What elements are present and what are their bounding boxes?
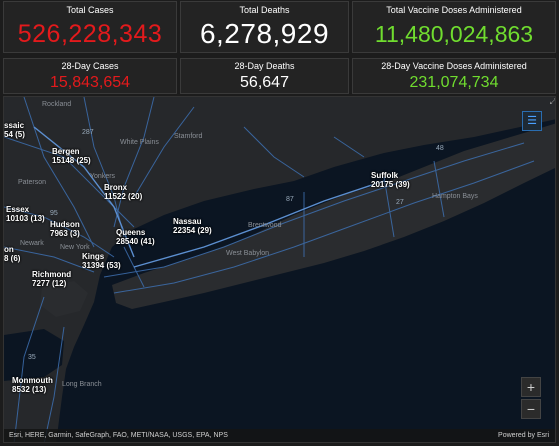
total-vaccine-value: 11,480,024,863 [374, 21, 534, 47]
county-label: Nassau 22354 (29) [173, 217, 212, 235]
cases-28-card: 28-Day Cases 15,843,654 [3, 58, 177, 94]
place-label: Hampton Bays [432, 193, 478, 200]
county-name: Queens [116, 228, 146, 237]
county-value: 8 (6) [4, 254, 21, 263]
place-label: Rockland [42, 101, 72, 108]
place-label: Long Branch [62, 381, 102, 388]
total-deaths-label: Total Deaths [239, 5, 290, 15]
county-label: Richmond 7277 (12) [32, 270, 71, 288]
county-label: Monmouth 8532 (13) [12, 376, 53, 394]
county-value: 11522 (20) [104, 192, 143, 201]
county-value: 7963 (3) [50, 229, 80, 238]
dashboard: Total Cases 526,228,343 Total Deaths 6,2… [0, 0, 559, 446]
county-label: Suffolk 20175 (39) [371, 171, 410, 189]
county-label: Bergen 15148 (25) [52, 147, 91, 165]
place-label: West Babylon [226, 250, 270, 257]
total-vaccine-card: Total Vaccine Doses Administered 11,480,… [352, 1, 556, 53]
place-label: Paterson [18, 179, 47, 186]
expand-icon[interactable]: ⤢ [548, 97, 555, 107]
county-name: Bronx [104, 183, 128, 192]
zoom-in-button[interactable]: + [521, 377, 541, 397]
county-value: 7277 (12) [32, 279, 67, 288]
place-label: Stamford [174, 133, 203, 140]
county-name: on [4, 245, 14, 254]
cases-28-value: 15,843,654 [49, 74, 131, 91]
total-vaccine-label: Total Vaccine Doses Administered [386, 5, 522, 15]
county-value: 54 (5) [4, 130, 25, 139]
county-value: 28540 (41) [116, 237, 155, 246]
county-value: 10103 (13) [6, 214, 45, 223]
road-shield: 87 [286, 196, 294, 203]
total-cases-value: 526,228,343 [17, 20, 163, 48]
county-value: 22354 (29) [173, 226, 212, 235]
place-label: Brentwood [248, 222, 282, 229]
road-shield: 35 [28, 354, 36, 361]
county-name: Richmond [32, 270, 72, 279]
place-label: White Plains [120, 139, 159, 146]
county-name: Essex [6, 205, 30, 214]
county-name: Nassau [173, 217, 202, 226]
county-label: Queens 28540 (41) [116, 228, 155, 246]
place-label: New York [60, 244, 90, 251]
county-value: 20175 (39) [371, 180, 410, 189]
deaths-28-card: 28-Day Deaths 56,647 [180, 58, 349, 94]
map-attribution: Esri, HERE, Garmin, SafeGraph, FAO, METI… [4, 429, 555, 442]
county-label: Essex 10103 (13) [6, 205, 45, 223]
total-cases-label: Total Cases [66, 5, 114, 15]
total-cases-card: Total Cases 526,228,343 [3, 1, 177, 53]
total-deaths-card: Total Deaths 6,278,929 [180, 1, 349, 53]
county-name: Monmouth [12, 376, 53, 385]
cases-28-label: 28-Day Cases [61, 61, 119, 71]
county-label: ssaic 54 (5) [4, 121, 25, 139]
road-shield: 95 [50, 210, 58, 217]
zoom-out-button[interactable]: − [521, 399, 541, 419]
road-shield: 287 [82, 129, 94, 136]
place-label: Yonkers [90, 173, 116, 180]
county-label: Hudson 7963 (3) [50, 220, 80, 238]
county-name: Kings [82, 252, 105, 261]
county-label: Kings 31394 (53) [82, 252, 121, 270]
legend-list-icon[interactable]: ☰ [522, 111, 542, 131]
vaccine-28-value: 231,074,734 [409, 74, 499, 91]
county-value: 15148 (25) [52, 156, 91, 165]
deaths-28-value: 56,647 [240, 74, 289, 91]
county-name: Bergen [52, 147, 80, 156]
powered-by-link[interactable]: Powered by Esri [498, 429, 549, 442]
county-label: Bronx 11522 (20) [104, 183, 142, 201]
county-name: Hudson [50, 220, 80, 229]
total-deaths-value: 6,278,929 [199, 18, 330, 49]
place-label: Newark [20, 240, 44, 247]
county-name: ssaic [4, 121, 25, 130]
attribution-text: Esri, HERE, Garmin, SafeGraph, FAO, METI… [9, 432, 228, 439]
vaccine-28-label: 28-Day Vaccine Doses Administered [381, 61, 527, 71]
county-value: 31394 (53) [82, 261, 121, 270]
map-view[interactable]: Rockland White Plains Stamford Paterson … [3, 96, 556, 443]
vaccine-28-card: 28-Day Vaccine Doses Administered 231,07… [352, 58, 556, 94]
county-label: on 8 (6) [4, 245, 20, 263]
road-shield: 48 [436, 145, 444, 152]
county-value: 8532 (13) [12, 385, 47, 394]
deaths-28-label: 28-Day Deaths [234, 61, 295, 71]
county-name: Suffolk [371, 171, 399, 180]
road-shield: 27 [396, 199, 404, 206]
